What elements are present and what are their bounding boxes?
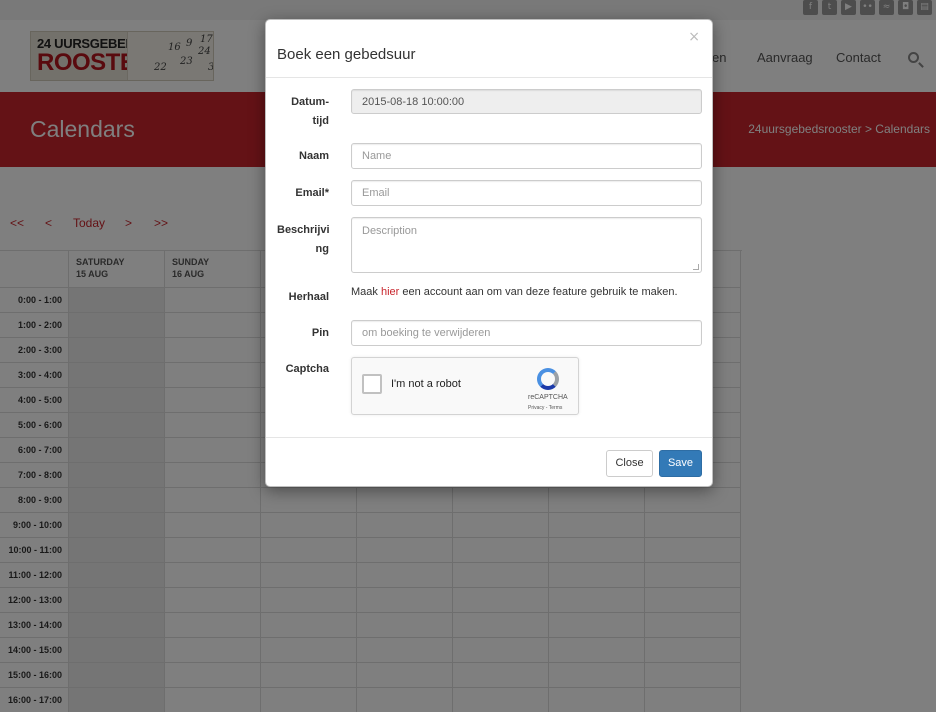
- captcha-label: Captcha: [285, 363, 329, 375]
- email-field[interactable]: Email: [351, 180, 702, 206]
- description-label-line2: ng: [315, 243, 329, 255]
- email-label: Email*: [295, 187, 329, 199]
- description-placeholder: Description: [362, 225, 418, 237]
- datetime-field[interactable]: 2015-08-18 10:00:00: [351, 89, 702, 114]
- herhaal-label: Herhaal: [288, 291, 329, 303]
- resize-grip-icon[interactable]: [693, 264, 699, 270]
- save-button[interactable]: Save: [659, 450, 702, 477]
- recaptcha-text: I'm not a robot: [391, 378, 461, 390]
- datetime-label: Datum- tijd: [277, 93, 329, 131]
- recaptcha-privacy-terms[interactable]: Privacy - Terms: [528, 405, 562, 411]
- recaptcha-checkbox[interactable]: [362, 374, 382, 394]
- modal-footer-divider: [266, 437, 712, 438]
- herhaal-text-before: Maak: [351, 286, 381, 298]
- herhaal-text: Maak hier een account aan om van deze fe…: [351, 286, 678, 298]
- modal-title: Boek een gebedsuur: [277, 46, 416, 63]
- herhaal-text-after: een account aan om van deze feature gebr…: [399, 286, 678, 298]
- recaptcha-logo-icon: [537, 368, 559, 390]
- datetime-label-line1: Datum-: [291, 96, 329, 108]
- booking-modal: × Boek een gebedsuur Datum- tijd 2015-08…: [265, 19, 713, 487]
- recaptcha-brand: reCAPTCHA: [528, 394, 568, 401]
- description-label: Beschrijvi ng: [277, 221, 330, 259]
- datetime-label-line2: tijd: [312, 115, 330, 127]
- modal-header-divider: [266, 77, 712, 78]
- close-icon[interactable]: ×: [688, 29, 700, 45]
- recaptcha-widget: I'm not a robot reCAPTCHA Privacy - Term…: [351, 357, 579, 415]
- name-field[interactable]: Name: [351, 143, 702, 169]
- pin-label: Pin: [311, 327, 329, 339]
- pin-field[interactable]: om boeking te verwijderen: [351, 320, 702, 346]
- description-field[interactable]: Description: [351, 217, 702, 273]
- description-label-line1: Beschrijvi: [277, 224, 330, 236]
- close-button[interactable]: Close: [606, 450, 653, 477]
- name-label: Naam: [299, 150, 329, 162]
- herhaal-link[interactable]: hier: [381, 286, 399, 298]
